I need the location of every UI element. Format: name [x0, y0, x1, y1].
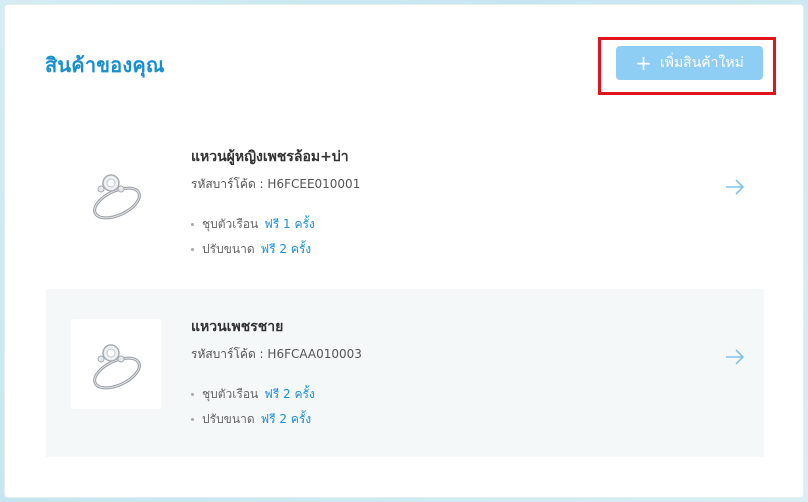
service-value: ฟรี 2 ครั้ง — [264, 387, 315, 401]
bullet-icon — [191, 223, 194, 226]
service-item: ปรับขนาด ฟรี 2 ครั้ง — [191, 240, 311, 259]
product-image — [71, 149, 161, 239]
service-value: ฟรี 1 ครั้ง — [264, 217, 315, 231]
service-label: ปรับขนาด — [202, 242, 255, 256]
products-card: สินค้าของคุณ + เพิ่มสินค้าใหม่ แหวนผู้หญ… — [4, 4, 804, 498]
product-name: แหวนผู้หญิงเพชรล้อม+บ่า — [191, 149, 349, 165]
service-value: ฟรี 2 ครั้ง — [260, 412, 312, 426]
service-item: ชุบตัวเรือน ฟรี 2 ครั้ง — [191, 385, 315, 404]
product-item[interactable]: แหวนผู้หญิงเพชรล้อม+บ่า รหัสบาร์โค้ด : H… — [46, 119, 764, 287]
service-item: ปรับขนาด ฟรี 2 ครั้ง — [191, 410, 311, 429]
arrow-right-icon[interactable] — [723, 175, 747, 199]
service-label: ปรับขนาด — [202, 412, 255, 426]
product-name: แหวนเพชรชาย — [191, 319, 284, 335]
bullet-icon — [191, 248, 194, 251]
bullet-icon — [191, 418, 194, 421]
service-label: ชุบตัวเรือน — [202, 217, 259, 231]
plus-icon: + — [635, 51, 652, 75]
bullet-icon — [191, 393, 194, 396]
add-product-label: เพิ่มสินค้าใหม่ — [659, 55, 744, 71]
page-title: สินค้าของคุณ — [45, 53, 165, 77]
arrow-right-icon[interactable] — [723, 345, 747, 369]
service-label: ชุบตัวเรือน — [202, 387, 259, 401]
product-barcode: รหัสบาร์โค้ด : H6FCEE010001 — [191, 177, 361, 191]
product-item[interactable]: แหวนเพชรชาย รหัสบาร์โค้ด : H6FCAA010003 … — [46, 289, 764, 457]
add-product-button[interactable]: + เพิ่มสินค้าใหม่ — [616, 46, 763, 80]
service-item: ชุบตัวเรือน ฟรี 1 ครั้ง — [191, 215, 315, 234]
product-barcode: รหัสบาร์โค้ด : H6FCAA010003 — [191, 347, 362, 361]
service-value: ฟรี 2 ครั้ง — [260, 242, 312, 256]
product-image — [71, 319, 161, 409]
